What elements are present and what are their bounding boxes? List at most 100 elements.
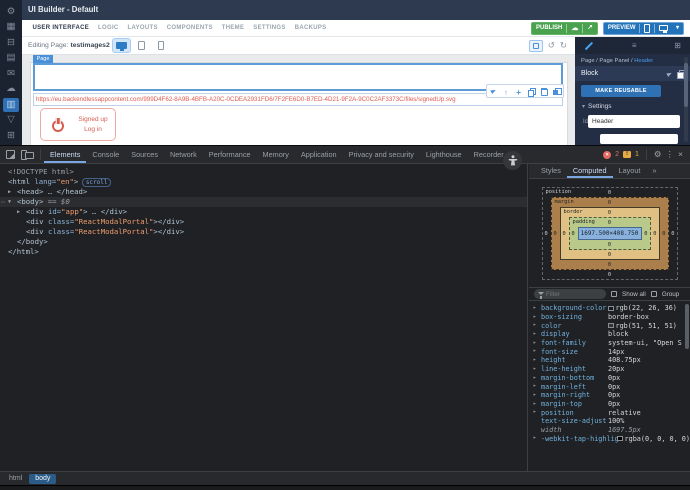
- expand-arrow-icon[interactable]: ▸: [533, 340, 536, 346]
- marketplace-icon[interactable]: ⊞: [3, 129, 19, 143]
- computed-property-row[interactable]: ▸ background-color rgb(22, 26, 36): [529, 304, 690, 313]
- expand-arrow-icon[interactable]: ▸: [533, 314, 536, 320]
- computed-property-row[interactable]: width 1697.5px: [529, 426, 690, 435]
- devtools-tab-network[interactable]: Network: [164, 146, 203, 163]
- analytics-icon[interactable]: ▽: [3, 113, 19, 127]
- duplicate-icon[interactable]: [527, 86, 537, 97]
- cloud-upload-icon[interactable]: ☁: [567, 23, 582, 34]
- dom-tree-line[interactable]: </body>: [0, 237, 527, 247]
- computed-property-row[interactable]: ▸ margin-bottom 0px: [529, 374, 690, 383]
- settings-gear-icon[interactable]: ⚙: [3, 5, 19, 19]
- expand-arrow-icon[interactable]: ▶: [17, 207, 20, 217]
- copy-icon[interactable]: [677, 70, 686, 79]
- devtools-tab-console[interactable]: Console: [86, 146, 125, 163]
- box-model-position-ring[interactable]: position 0 0 0 0 margin 0 0 0 0 border 0: [541, 187, 678, 280]
- dom-tree-line[interactable]: <div class="ReactModalPortal"></div>: [0, 217, 527, 227]
- devtools-tab-privacy-and-security[interactable]: Privacy and security: [343, 146, 420, 163]
- nav-tab-user-interface[interactable]: USER INTERFACE: [28, 20, 94, 36]
- nav-tab-components[interactable]: COMPONENTS: [162, 20, 217, 36]
- styles-scrollbar[interactable]: [685, 304, 689, 349]
- computed-property-row[interactable]: ▸ margin-top 0px: [529, 400, 690, 409]
- expand-arrow-icon[interactable]: ▸: [533, 366, 536, 372]
- make-reusable-button[interactable]: MAKE REUSABLE: [581, 85, 661, 97]
- kebab-menu-icon[interactable]: ⋮: [666, 150, 675, 159]
- inspector-scrollbar[interactable]: [684, 57, 688, 142]
- computed-property-row[interactable]: text-size-adjust 100%: [529, 417, 690, 426]
- tablet-view-button[interactable]: [133, 39, 150, 52]
- copy-style-icon[interactable]: [552, 86, 562, 96]
- close-devtools-icon[interactable]: ×: [678, 150, 683, 159]
- sidebar-tab-computed[interactable]: Computed: [567, 164, 613, 178]
- nav-tab-logic[interactable]: LOGIC: [94, 20, 124, 36]
- dom-tree-line[interactable]: ▶ <div id="app"> … </div>: [0, 207, 527, 217]
- expand-arrow-icon[interactable]: ▸: [533, 435, 536, 441]
- devtools-settings-gear-icon[interactable]: ⚙: [654, 150, 662, 159]
- preview-monitor-icon[interactable]: [655, 23, 672, 34]
- error-count[interactable]: 2: [615, 151, 619, 158]
- cloud-code-icon[interactable]: ☁: [3, 82, 19, 96]
- publish-button[interactable]: PUBLISH ☁ ↗: [531, 21, 598, 35]
- preview-button[interactable]: PREVIEW ▾: [602, 21, 684, 35]
- phone-view-button[interactable]: [153, 39, 170, 52]
- menu-icon[interactable]: ≡: [632, 41, 637, 50]
- computed-property-row[interactable]: ▸ margin-left 0px: [529, 382, 690, 391]
- filter-input[interactable]: [534, 289, 606, 299]
- sidebar-tab-layout[interactable]: Layout: [613, 164, 647, 178]
- redo-icon[interactable]: ↻: [560, 41, 567, 50]
- computed-property-row[interactable]: ▸ -webkit-tap-highlig… rgba(0, 0, 0, 0): [529, 434, 690, 443]
- devtools-tab-lighthouse[interactable]: Lighthouse: [420, 146, 468, 163]
- show-all-checkbox[interactable]: [611, 291, 617, 297]
- box-model-padding-ring[interactable]: padding 0 0 0 0 1697.500×408.750: [568, 217, 651, 250]
- external-link-icon[interactable]: ↗: [583, 23, 596, 34]
- data-tables-icon[interactable]: ⊟: [3, 36, 19, 50]
- expand-arrow-icon[interactable]: ▸: [533, 357, 536, 363]
- breadcrumb-current[interactable]: Header: [634, 58, 653, 64]
- sidebar-tab-styles[interactable]: Styles: [535, 164, 567, 178]
- messaging-icon[interactable]: ✉: [3, 67, 19, 81]
- computed-property-row[interactable]: ▸ box-sizing border-box: [529, 313, 690, 322]
- move-icon[interactable]: [514, 86, 523, 96]
- next-field-input[interactable]: [600, 134, 678, 144]
- devtools-tab-application[interactable]: Application: [295, 146, 343, 163]
- devtools-tab-performance[interactable]: Performance: [203, 146, 257, 163]
- expand-arrow-icon[interactable]: ▸: [533, 322, 536, 328]
- computed-property-row[interactable]: ▸ line-height 20px: [529, 365, 690, 374]
- box-model-margin-ring[interactable]: margin 0 0 0 0 border 0 0 0 0 padding 0 …: [550, 197, 669, 270]
- devtools-tab-sources[interactable]: Sources: [125, 146, 164, 163]
- computed-property-row[interactable]: ▸ display block: [529, 330, 690, 339]
- computed-property-row[interactable]: ▸ color rgb(51, 51, 51): [529, 321, 690, 330]
- expand-arrow-icon[interactable]: ▸: [533, 375, 536, 381]
- warning-icon[interactable]: !: [623, 151, 631, 158]
- accessibility-person-icon[interactable]: [503, 151, 522, 170]
- computed-property-row[interactable]: ▸ height 408.75px: [529, 356, 690, 365]
- nav-tab-layouts[interactable]: LAYOUTS: [123, 20, 162, 36]
- box-model-content[interactable]: 1697.500×408.750: [577, 227, 642, 240]
- dom-tree-line[interactable]: <html lang="en"> scroll: [0, 177, 527, 187]
- group-checkbox[interactable]: [650, 291, 657, 297]
- nav-tab-backups[interactable]: BACKUPS: [290, 20, 331, 36]
- devtools-tab-memory[interactable]: Memory: [257, 146, 295, 163]
- computed-property-row[interactable]: ▸ position relative: [529, 408, 690, 417]
- grid-icon[interactable]: ⊞: [674, 41, 681, 50]
- expand-arrow-icon[interactable]: ▼: [8, 197, 11, 207]
- warning-count[interactable]: 1: [635, 151, 639, 158]
- breadcrumb-html[interactable]: html: [9, 475, 22, 482]
- error-icon[interactable]: ×: [603, 150, 612, 159]
- desktop-view-button[interactable]: [112, 39, 130, 52]
- id-input[interactable]: [588, 115, 681, 128]
- breadcrumb-body[interactable]: body: [29, 473, 57, 484]
- devtools-tab-elements[interactable]: Elements: [44, 146, 86, 163]
- box-model-border-ring[interactable]: border 0 0 0 0 padding 0 0 0 0 1697.500×…: [559, 207, 660, 260]
- delete-icon[interactable]: [539, 86, 548, 97]
- computed-property-row[interactable]: ▸ font-size 14px: [529, 347, 690, 356]
- expand-arrow-icon[interactable]: ▸: [533, 392, 536, 398]
- preview-phone-icon[interactable]: [640, 23, 654, 34]
- dom-tree-line[interactable]: <div class="ReactModalPortal"></div>: [0, 227, 527, 237]
- dom-tree-line[interactable]: <!DOCTYPE html>: [0, 167, 527, 177]
- chevron-down-icon[interactable]: ▾: [672, 23, 683, 34]
- video-icon[interactable]: ▦: [3, 20, 19, 34]
- ui-builder-icon[interactable]: ▥: [3, 97, 19, 112]
- image-component[interactable]: https://eu.backendlessappcontent.com/999…: [33, 93, 563, 106]
- expand-arrow-icon[interactable]: ▸: [533, 401, 536, 407]
- dom-tree-line[interactable]: </html>: [0, 247, 527, 257]
